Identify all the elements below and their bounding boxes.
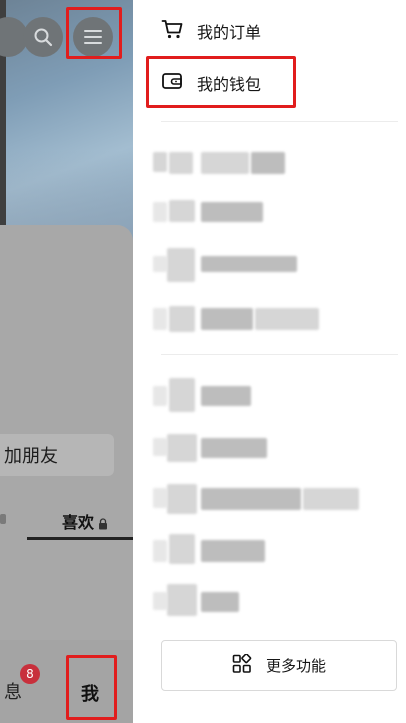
- divider: [161, 121, 398, 122]
- more-features-label: 更多功能: [265, 657, 326, 675]
- add-friend-label: 加朋友: [4, 446, 58, 467]
- lock-icon: [98, 515, 108, 530]
- active-tab-indicator: [27, 537, 133, 540]
- search-icon: [33, 27, 53, 47]
- side-drawer: 我的订单 我的钱包 更多功能: [133, 0, 406, 723]
- menu-item-my-orders[interactable]: 我的订单: [161, 18, 261, 44]
- menu-item-label: 我的订单: [197, 23, 262, 42]
- lock-icon: [0, 514, 6, 524]
- highlight-menu-button: [66, 7, 122, 59]
- highlight-my-wallet: [146, 56, 296, 108]
- add-friend-button[interactable]: 加朋友: [0, 434, 114, 476]
- cart-icon: [161, 18, 183, 44]
- tab-like-label: 喜欢: [62, 513, 95, 532]
- tab-like[interactable]: 喜欢: [62, 509, 108, 533]
- more-features-button[interactable]: 更多功能: [161, 640, 397, 691]
- grid-icon: [232, 652, 252, 678]
- highlight-me-tab: [66, 655, 117, 720]
- tab-message[interactable]: 息: [4, 678, 22, 704]
- message-badge: 8: [20, 664, 40, 684]
- search-button[interactable]: [23, 17, 63, 57]
- divider: [161, 354, 398, 355]
- dimmed-profile-page[interactable]: 加朋友 喜欢 息 8 我: [0, 0, 133, 723]
